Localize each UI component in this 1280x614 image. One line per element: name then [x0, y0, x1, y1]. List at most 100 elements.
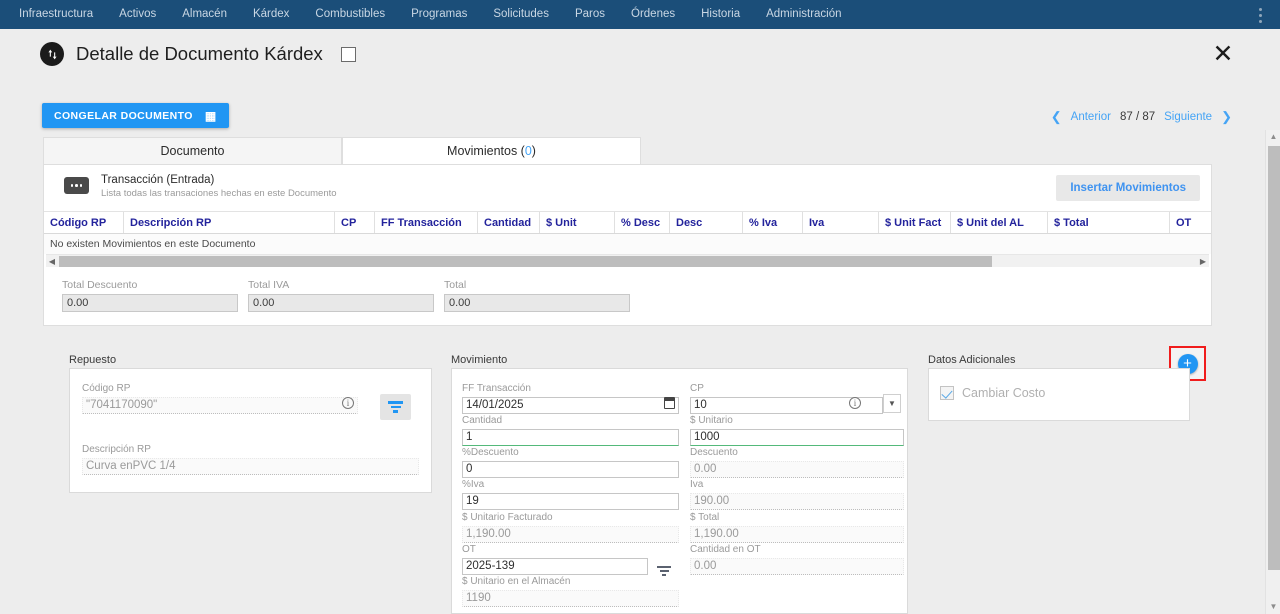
- nav-item-ordenes[interactable]: Órdenes: [618, 0, 688, 29]
- cantidad-label: Cantidad: [462, 415, 503, 426]
- column-header-total[interactable]: $ Total: [1048, 212, 1170, 233]
- column-header-pct-iva[interactable]: % Iva: [743, 212, 803, 233]
- repuesto-panel-label: Repuesto: [69, 354, 117, 366]
- title-checkbox[interactable]: [340, 46, 356, 62]
- cp-info-icon[interactable]: i: [849, 397, 861, 409]
- column-header-descripcion-rp[interactable]: Descripción RP: [124, 212, 335, 233]
- transaction-card: Transacción (Entrada) Lista todas las tr…: [43, 164, 1212, 326]
- triangle-down-icon[interactable]: ▼: [1266, 600, 1280, 614]
- column-header-iva[interactable]: Iva: [803, 212, 879, 233]
- movimiento-panel-label: Movimiento: [451, 354, 508, 366]
- nav-item-paros[interactable]: Paros: [562, 0, 618, 29]
- freeze-button-label: CONGELAR DOCUMENTO: [54, 109, 193, 122]
- column-header-unit-fact[interactable]: $ Unit Fact: [879, 212, 951, 233]
- swap-vertical-icon: [40, 42, 64, 66]
- nav-item-activos[interactable]: Activos: [106, 0, 169, 29]
- codigo-rp-input[interactable]: [82, 396, 358, 414]
- calendar-icon[interactable]: [664, 397, 675, 409]
- tab-bar: Documento Movimientos (0): [43, 137, 641, 164]
- cambiar-costo-row[interactable]: Cambiar Costo: [940, 386, 1045, 400]
- page-vscrollbar[interactable]: ▲ ▼: [1265, 130, 1280, 614]
- tab-documento[interactable]: Documento: [43, 137, 342, 164]
- next-record-link[interactable]: Siguiente: [1164, 111, 1212, 123]
- kebab-menu-icon[interactable]: [1250, 4, 1270, 26]
- pct-descuento-input[interactable]: [462, 460, 679, 478]
- repuesto-panel: Código RP i Descripción RP: [69, 368, 432, 493]
- descuento-label: Descuento: [690, 447, 738, 458]
- codigo-rp-field: Código RP i: [82, 383, 358, 414]
- total-movimiento-label: $ Total: [690, 512, 720, 523]
- tab-movimientos-label: Movimientos (: [447, 144, 525, 158]
- pct-iva-field: %Iva: [462, 479, 679, 510]
- chevron-right-icon[interactable]: ❯: [1221, 109, 1232, 125]
- pct-iva-label: %Iva: [462, 479, 485, 490]
- cantidad-en-ot-label: Cantidad en OT: [690, 544, 761, 555]
- ot-input[interactable]: [462, 557, 648, 575]
- cantidad-field: Cantidad: [462, 415, 679, 446]
- ff-transaccion-input[interactable]: [462, 396, 679, 414]
- nav-item-solicitudes[interactable]: Solicitudes: [480, 0, 562, 29]
- column-header-codigo-rp[interactable]: Código RP: [44, 212, 124, 233]
- caret-down-icon[interactable]: ▼: [883, 394, 901, 413]
- nav-item-kardex[interactable]: Kárdex: [240, 0, 302, 29]
- total-descuento-input[interactable]: [62, 294, 238, 312]
- ellipsis-badge-icon: [64, 177, 89, 194]
- nav-item-almacen[interactable]: Almacén: [169, 0, 240, 29]
- total-movimiento-input[interactable]: [690, 525, 904, 543]
- info-icon[interactable]: i: [342, 397, 354, 409]
- total-iva-input[interactable]: [248, 294, 434, 312]
- close-icon[interactable]: ✕: [1210, 41, 1236, 67]
- transaction-hscrollbar[interactable]: ◀ ▶: [46, 254, 1209, 267]
- cambiar-costo-checkbox[interactable]: [940, 386, 954, 400]
- total-input[interactable]: [444, 294, 630, 312]
- tab-movimientos[interactable]: Movimientos (0): [342, 137, 641, 164]
- column-header-ot[interactable]: OT: [1170, 212, 1210, 233]
- unitario-facturado-input[interactable]: [462, 525, 679, 543]
- cp-label: CP: [690, 383, 704, 394]
- prev-record-link[interactable]: Anterior: [1071, 111, 1111, 123]
- descripcion-rp-input[interactable]: [82, 457, 419, 475]
- column-header-cantidad[interactable]: Cantidad: [478, 212, 540, 233]
- chevron-left-icon[interactable]: ❮: [1051, 109, 1062, 125]
- record-pager: ❮ Anterior 87 / 87 Siguiente ❯: [1051, 109, 1232, 125]
- transaction-grid-header: Código RP Descripción RP CP FF Transacci…: [44, 212, 1211, 234]
- total-movimiento-field: $ Total: [690, 512, 904, 543]
- unitario-facturado-label: $ Unitario Facturado: [462, 512, 553, 523]
- column-header-unit-al[interactable]: $ Unit del AL: [951, 212, 1048, 233]
- column-header-desc[interactable]: Desc: [670, 212, 743, 233]
- hscroll-thumb[interactable]: [59, 256, 992, 267]
- unitario-almacen-input[interactable]: [462, 589, 679, 607]
- tab-movimientos-suffix: ): [531, 144, 536, 158]
- descuento-input[interactable]: [690, 460, 904, 478]
- column-header-unit[interactable]: $ Unit: [540, 212, 615, 233]
- nav-item-historia[interactable]: Historia: [688, 0, 753, 29]
- column-header-pct-desc[interactable]: % Desc: [615, 212, 670, 233]
- nav-item-administracion[interactable]: Administración: [753, 0, 854, 29]
- iva-field: Iva: [690, 479, 904, 510]
- cantidad-en-ot-input[interactable]: [690, 557, 904, 575]
- triangle-left-icon[interactable]: ◀: [46, 255, 58, 268]
- cp-field: CP i ▼: [690, 383, 901, 414]
- nav-item-programas[interactable]: Programas: [398, 0, 480, 29]
- descuento-field: Descuento: [690, 447, 904, 478]
- triangle-up-icon[interactable]: ▲: [1266, 130, 1280, 144]
- column-header-cp[interactable]: CP: [335, 212, 375, 233]
- iva-input[interactable]: [690, 492, 904, 510]
- page-title: Detalle de Documento Kárdex: [76, 43, 323, 64]
- descripcion-rp-field: Descripción RP: [82, 444, 419, 475]
- nav-item-combustibles[interactable]: Combustibles: [302, 0, 398, 29]
- insertar-movimientos-button[interactable]: Insertar Movimientos: [1056, 175, 1200, 201]
- unitario-input[interactable]: [690, 428, 904, 446]
- pct-descuento-field: %Descuento: [462, 447, 679, 478]
- vscroll-thumb[interactable]: [1268, 146, 1280, 570]
- unitario-almacen-label: $ Unitario en el Almacén: [462, 576, 571, 587]
- pct-iva-input[interactable]: [462, 492, 679, 510]
- transaction-empty-message: No existen Movimientos en este Documento: [44, 234, 1211, 254]
- column-header-ff-transaccion[interactable]: FF Transacción: [375, 212, 478, 233]
- nav-item-infraestructura[interactable]: Infraestructura: [6, 0, 106, 29]
- congelar-documento-button[interactable]: CONGELAR DOCUMENTO ▦: [42, 103, 229, 128]
- movimiento-panel: FF Transacción CP i ▼ Cantidad $ Unitari…: [451, 368, 908, 614]
- repuesto-filter-button[interactable]: [380, 394, 411, 420]
- triangle-right-icon[interactable]: ▶: [1197, 255, 1209, 268]
- cantidad-input[interactable]: [462, 428, 679, 446]
